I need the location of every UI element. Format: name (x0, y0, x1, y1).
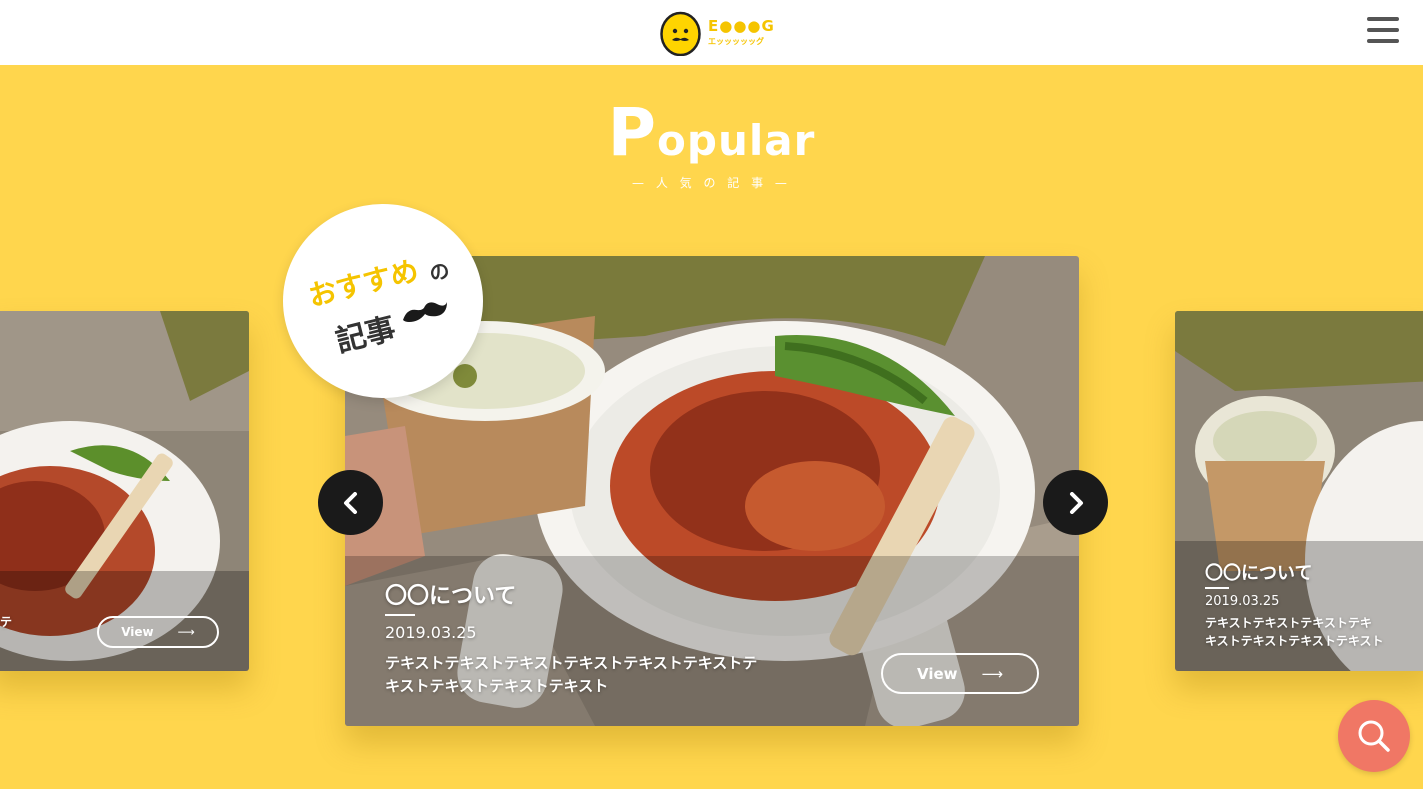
card-active-date: 2019.03.25 (385, 623, 477, 642)
card-prev-text: テ (0, 615, 13, 629)
logo-subtitle: エッッッッッグ (708, 37, 764, 46)
carousel-next-button[interactable] (1043, 470, 1108, 535)
long-arrow-right-icon: ⟶ (981, 664, 1004, 683)
card-next-rule (1205, 587, 1229, 589)
card-active-rule (385, 614, 415, 616)
recommended-badge: おすすめ の 記事 (283, 204, 483, 398)
card-active-title: 〇〇について (385, 584, 517, 609)
badge-particle: の (426, 257, 452, 287)
mustache-icon (403, 302, 447, 322)
logo-wordmark: E●●●G (708, 17, 775, 35)
egg-logo-icon (660, 11, 701, 56)
long-arrow-right-icon: ⟶ (177, 625, 195, 639)
carousel-card-next[interactable]: 〇〇について 2019.03.25 テキストテキストテキストテキ キストテキスト… (1175, 311, 1423, 671)
card-active-text-line1: テキストテキストテキストテキストテキストテキストテ (385, 654, 758, 672)
site-header: E●●●G エッッッッッグ (0, 0, 1423, 65)
card-next-date: 2019.03.25 (1205, 594, 1280, 609)
section-title: Popular (0, 100, 1423, 166)
card-next-title: 〇〇について (1205, 563, 1313, 584)
card-active-view-button[interactable]: View ⟶ (881, 653, 1039, 694)
hamburger-icon[interactable] (1367, 17, 1399, 43)
card-next-text-line1: テキストテキストテキストテキ (1205, 616, 1372, 630)
site-logo[interactable]: E●●●G エッッッッッグ (660, 8, 774, 56)
chevron-left-icon (343, 491, 357, 514)
chevron-right-icon (1069, 491, 1083, 514)
badge-article-label: 記事 (332, 311, 400, 360)
section-title-initial: P (607, 94, 658, 171)
view-label: View (916, 664, 958, 683)
card-prev-view-button[interactable]: View ⟶ (97, 616, 219, 648)
carousel-prev-button[interactable] (318, 470, 383, 535)
section-title-rest: opular (657, 116, 816, 165)
view-label: View (121, 625, 154, 639)
search-button[interactable] (1338, 700, 1410, 772)
carousel-card-prev[interactable]: テ View ⟶ (0, 311, 249, 671)
card-next-text-line2: キストテキストテキストテキスト (1205, 634, 1384, 648)
section-subtitle: — 人 気 の 記 事 — (632, 176, 791, 190)
card-active-text-line2: キストテキストテキストテキスト (385, 677, 609, 695)
search-icon (1358, 720, 1390, 752)
